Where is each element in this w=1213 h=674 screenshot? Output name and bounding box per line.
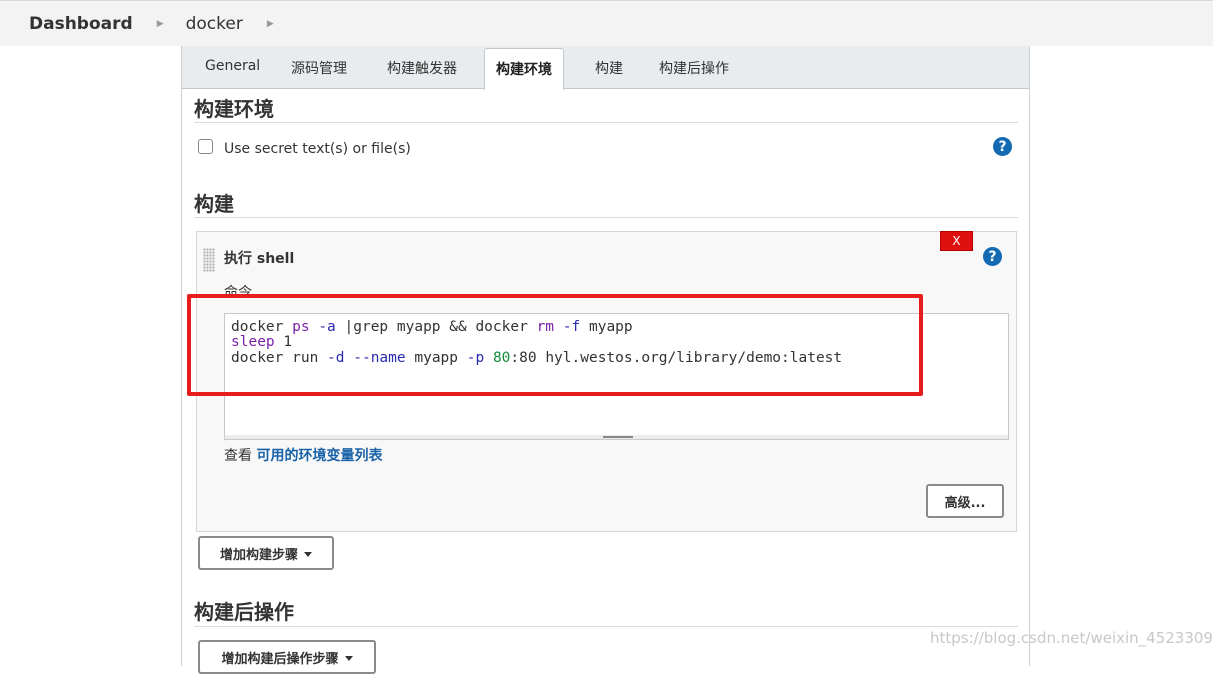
tab-scm[interactable]: 源码管理 xyxy=(291,58,347,78)
advanced-button[interactable]: 高级... xyxy=(926,484,1004,518)
breadcrumb-job-link[interactable]: docker xyxy=(186,14,243,34)
build-environment-heading: 构建环境 xyxy=(194,97,274,121)
watermark: https://blog.csdn.net/weixin_45233090 xyxy=(930,629,1213,647)
tab-general[interactable]: General xyxy=(205,58,260,74)
env-vars-prefix: 查看 xyxy=(224,448,252,464)
tab-build[interactable]: 构建 xyxy=(595,58,623,78)
add-build-step-button[interactable]: 增加构建步骤 xyxy=(198,536,334,570)
chevron-down-icon xyxy=(304,551,312,557)
help-icon[interactable]: ? xyxy=(983,247,1002,266)
secret-files-label[interactable]: Use secret text(s) or file(s) xyxy=(224,141,411,157)
chevron-down-icon xyxy=(344,655,353,661)
section-divider xyxy=(194,626,1018,627)
highlight-box xyxy=(187,294,923,396)
step-title: 执行 shell xyxy=(224,251,295,267)
post-build-heading: 构建后操作 xyxy=(194,600,294,624)
resize-grip-icon[interactable] xyxy=(603,436,633,438)
secret-files-checkbox[interactable] xyxy=(198,139,213,154)
tab-post-build[interactable]: 构建后操作 xyxy=(659,58,729,78)
breadcrumb-dropdown-icon[interactable]: ▶ xyxy=(267,19,274,29)
drag-handle-icon[interactable] xyxy=(203,248,215,272)
add-build-step-label: 增加构建步骤 xyxy=(219,547,298,563)
delete-step-button[interactable]: X xyxy=(940,231,973,251)
tab-build-environment[interactable]: 构建环境 xyxy=(484,48,564,90)
add-post-build-step-button[interactable]: 增加构建后操作步骤 xyxy=(198,640,376,674)
tab-triggers[interactable]: 构建触发器 xyxy=(387,58,457,78)
section-divider xyxy=(194,122,1018,123)
config-tab-bar: General 源码管理 构建触发器 构建环境 构建 构建后操作 xyxy=(182,46,1029,90)
env-vars-line: 查看 可用的环境变量列表 xyxy=(224,445,382,465)
help-icon[interactable]: ? xyxy=(993,137,1012,156)
breadcrumb-dashboard-link[interactable]: Dashboard xyxy=(29,14,133,34)
env-vars-link[interactable]: 可用的环境变量列表 xyxy=(256,448,382,464)
section-divider xyxy=(194,217,1018,218)
breadcrumb-separator-icon: ▶ xyxy=(156,18,164,29)
breadcrumb: Dashboard ▶ docker ▶ xyxy=(0,0,1213,46)
add-post-build-step-label: 增加构建后操作步骤 xyxy=(221,651,339,667)
build-heading: 构建 xyxy=(194,192,234,216)
editor-resize-bar[interactable] xyxy=(224,435,1009,440)
